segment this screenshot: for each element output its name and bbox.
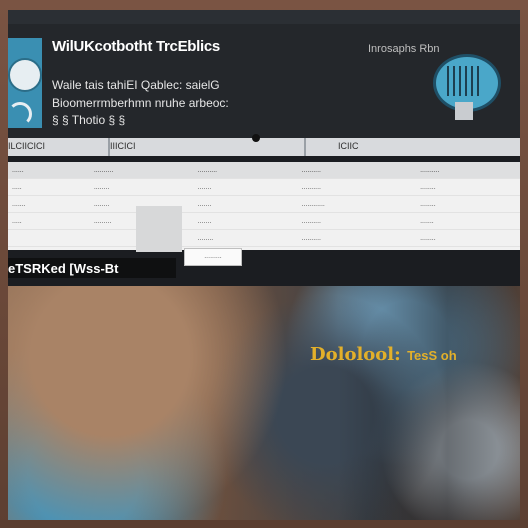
column-header[interactable]: ..........: [416, 162, 520, 179]
logo-neck: [455, 102, 473, 120]
column-header[interactable]: ......: [8, 162, 90, 179]
toolbar-separator: [304, 138, 306, 156]
subtitle-line-2: Bioomerrmberhmn nruhe arbeoc:: [52, 96, 229, 110]
table-cell: ........: [416, 195, 520, 213]
subtitle-line-1: Waile tais tahiEI Qablec: saielG: [52, 78, 220, 92]
photo-shade: [338, 286, 520, 520]
toolbar-item-2[interactable]: IIICICI: [110, 141, 198, 153]
table-cell: .......: [193, 178, 298, 196]
table-cell: .....: [8, 178, 90, 196]
column-header[interactable]: ..........: [297, 162, 417, 179]
globe-icon: [8, 58, 42, 92]
table-cell: .......: [193, 195, 298, 213]
logo-pattern: [447, 66, 481, 96]
monitor-bottom-edge: [0, 520, 528, 528]
table-cell: ........: [416, 229, 520, 247]
top-strip: [8, 10, 520, 24]
table-cell: .......: [416, 212, 520, 230]
overlay-main-text: Dololool:: [310, 344, 401, 365]
table-row[interactable]: ..... ......... ....... .......... .....…: [8, 212, 520, 230]
brand-badge: [8, 38, 42, 128]
page-title: WilUKcotbotht TrcEblics: [52, 38, 220, 55]
table-header-row: ...... .......... .......... .......... …: [8, 162, 520, 179]
table-row[interactable]: ..... ........ ....... .......... ......…: [8, 178, 520, 196]
table-cell: .....: [8, 212, 90, 230]
table-cell: ........: [416, 178, 520, 196]
wifi-icon: [8, 102, 32, 126]
image-placeholder: [136, 206, 182, 252]
header-right-label: Inrosaphs Rbn: [368, 43, 440, 55]
header-banner: WilUKcotbotht TrcEblics Waile tais tahiE…: [8, 10, 520, 138]
column-header[interactable]: ..........: [89, 162, 194, 179]
table-cell: .......: [193, 212, 298, 230]
photo-overlay-title: Dololool: TesS oh: [310, 344, 457, 365]
brain-logo-icon: [433, 52, 501, 120]
table-cell: [8, 229, 90, 247]
toolbar-item-1[interactable]: ILCIICICI: [8, 141, 108, 153]
table-action-button[interactable]: .........: [184, 248, 242, 266]
table-cell: ..........: [297, 229, 417, 247]
screen: WilUKcotbotht TrcEblics Waile tais tahiE…: [8, 10, 520, 520]
subtitle-line-3: § § Thotio § §: [52, 113, 126, 127]
toolbar-item-3[interactable]: ICIIC: [338, 141, 438, 153]
table-cell: .......: [8, 195, 90, 213]
caption-text: eTSRKed [Wss-Bt: [8, 261, 119, 276]
table-row[interactable]: ....... ........ ....... ............ ..…: [8, 195, 520, 213]
data-table-panel: ...... .......... .......... .......... …: [8, 162, 520, 266]
overlay-small-text: TesS oh: [407, 348, 457, 363]
column-header[interactable]: ..........: [193, 162, 298, 179]
table-row[interactable]: ........ .......... ........: [8, 229, 520, 247]
toolbar: ILCIICICI IIICICI ICIIC: [8, 138, 520, 156]
pin-icon[interactable]: [252, 134, 260, 142]
caption-bar: eTSRKed [Wss-Bt: [8, 258, 176, 278]
table-cell: ........: [193, 229, 298, 247]
table-cell: ............: [297, 195, 417, 213]
data-table: ...... .......... .......... .......... …: [8, 162, 520, 247]
table-cell: ..........: [297, 212, 417, 230]
table-cell: ..........: [297, 178, 417, 196]
table-cell: ........: [89, 178, 194, 196]
